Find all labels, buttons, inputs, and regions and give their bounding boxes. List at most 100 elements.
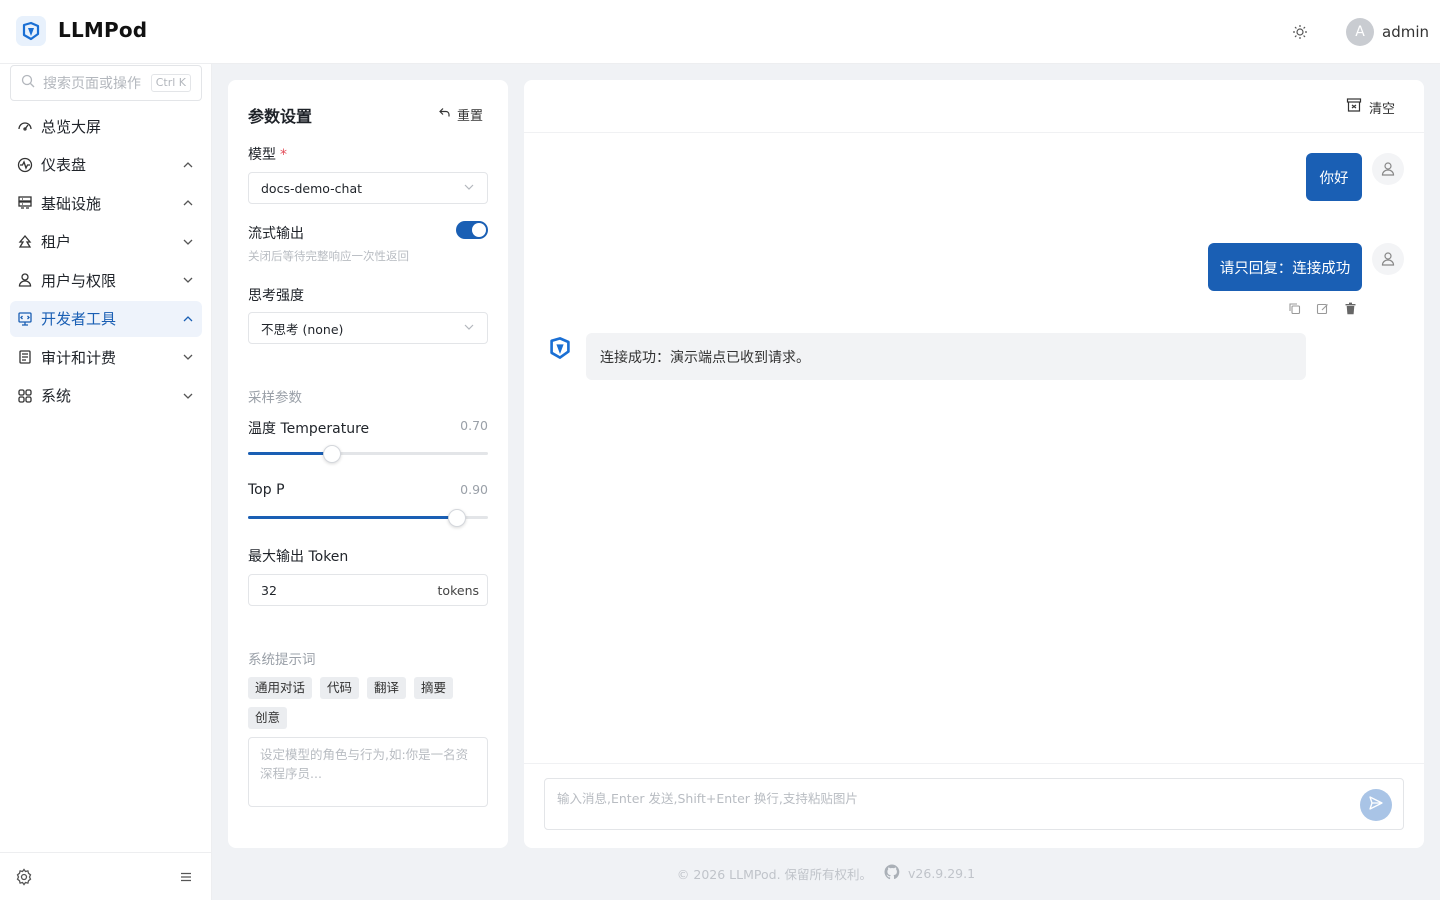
thinking-label: 思考强度 — [248, 288, 304, 304]
theme-toggle-sun-icon[interactable] — [1288, 20, 1312, 44]
system-prompt-section-title: 系统提示词 — [248, 652, 316, 668]
sidebar-nav: 总览大屏 仪表盘 基础设施 租户 用户与权限 开发者工具 审计和计费 系统 — [10, 108, 202, 416]
model-value: docs-demo-chat — [261, 180, 363, 196]
user-menu[interactable]: A admin — [1346, 18, 1429, 46]
sidebar-item-label: 租户 — [41, 233, 72, 251]
top-header: LLMPod A admin — [0, 0, 1440, 64]
user-avatar-icon — [1372, 243, 1404, 275]
sidebar-item-infrastructure[interactable]: 基础设施 — [10, 185, 202, 221]
message-input[interactable]: 输入消息,Enter 发送,Shift+Enter 换行,支持粘贴图片 — [544, 778, 1404, 830]
preset-tag-general[interactable]: 通用对话 — [248, 677, 313, 699]
params-panel: 参数设置 重置 模型 * docs-demo-chat 流式输出 关闭后等待完整响… — [228, 80, 508, 848]
version-text: v26.9.29.1 — [908, 866, 976, 881]
dashboard-icon — [16, 117, 34, 135]
slider-thumb[interactable] — [447, 509, 466, 527]
sidebar-item-overview[interactable]: 总览大屏 — [10, 108, 202, 144]
slider-thumb[interactable] — [323, 445, 341, 463]
ledger-icon — [16, 348, 34, 366]
preset-tag-translate[interactable]: 翻译 — [367, 677, 407, 699]
clear-button[interactable]: 清空 — [1346, 97, 1395, 117]
chevron-down-icon — [180, 234, 196, 250]
sidebar-item-label: 开发者工具 — [41, 310, 117, 328]
sampling-section-title: 采样参数 — [248, 390, 302, 406]
sidebar-footer — [0, 852, 211, 900]
archive-icon — [1346, 97, 1362, 117]
sidebar-item-label: 系统 — [41, 387, 72, 405]
brand-name: LLMPod — [58, 18, 148, 42]
search-shortcut-badge: Ctrl K — [150, 74, 191, 92]
sidebar-item-dashboard[interactable]: 仪表盘 — [10, 147, 202, 183]
preset-tags: 通用对话 代码 翻译 摘要 创意 — [248, 677, 488, 729]
chat-panel: 清空 你好 请只回复：连接成功 连接成功：演示端点已收到请求。 输入消息,Ent… — [524, 80, 1424, 848]
chevron-down-icon — [180, 272, 196, 288]
sidebar-item-label: 仪表盘 — [41, 156, 87, 174]
reset-label: 重置 — [457, 109, 484, 124]
edit-icon[interactable] — [1314, 300, 1330, 316]
assistant-message-bubble: 连接成功：演示端点已收到请求。 — [586, 333, 1306, 380]
top-p-slider[interactable] — [248, 508, 488, 528]
chevron-up-icon — [180, 157, 196, 173]
user-icon — [16, 271, 34, 289]
devtools-icon — [16, 310, 34, 328]
user-message-bubble: 你好 — [1306, 153, 1362, 201]
preset-tag-summary[interactable]: 摘要 — [414, 677, 454, 699]
top-p-label: Top P — [248, 482, 285, 498]
sidebar-item-users-permissions[interactable]: 用户与权限 — [10, 262, 202, 298]
preset-tag-creative[interactable]: 创意 — [248, 707, 288, 729]
max-tokens-input[interactable]: 32 tokens — [248, 574, 488, 606]
username: admin — [1382, 23, 1429, 41]
chat-header: 清空 — [524, 80, 1424, 133]
server-icon — [16, 194, 34, 212]
avatar: A — [1346, 18, 1374, 46]
delete-icon[interactable] — [1342, 300, 1358, 316]
copy-icon[interactable] — [1286, 300, 1302, 316]
chevron-up-icon — [180, 311, 196, 327]
top-p-value: 0.90 — [460, 482, 488, 497]
preset-tag-code[interactable]: 代码 — [320, 677, 360, 699]
assistant-logo-icon — [546, 334, 574, 362]
max-tokens-label: 最大输出 Token — [248, 549, 349, 565]
model-label: 模型 * — [248, 147, 287, 163]
reset-button[interactable]: 重置 — [438, 105, 483, 124]
max-tokens-value: 32 — [261, 582, 277, 598]
message-input-placeholder: 输入消息,Enter 发送,Shift+Enter 换行,支持粘贴图片 — [557, 791, 858, 806]
settings-gear-icon[interactable] — [15, 868, 33, 890]
model-select[interactable]: docs-demo-chat — [248, 172, 488, 204]
system-prompt-textarea[interactable]: 设定模型的角色与行为,如:你是一名资深程序员... — [248, 737, 488, 807]
pulse-icon — [16, 156, 34, 174]
sidebar-item-developer-tools[interactable]: 开发者工具 — [10, 300, 202, 337]
sidebar-item-tenant[interactable]: 租户 — [10, 224, 202, 260]
copyright-text: © 2026 LLMPod. 保留所有权利。 — [676, 867, 873, 882]
toggle-knob — [472, 223, 486, 237]
github-icon — [884, 864, 900, 883]
thinking-value: 不思考 (none) — [261, 321, 344, 337]
sidebar: 搜索页面或操作 Ctrl K 总览大屏 仪表盘 基础设施 租户 用户与权限 开发… — [0, 64, 212, 900]
grid-icon — [16, 387, 34, 405]
stream-label: 流式输出 — [248, 226, 304, 242]
sidebar-item-label: 总览大屏 — [41, 117, 102, 136]
temperature-label: 温度 Temperature — [248, 421, 370, 437]
composer-divider — [524, 763, 1424, 764]
tokens-suffix: tokens — [437, 582, 479, 598]
send-button[interactable] — [1360, 789, 1392, 821]
tenant-icon — [16, 233, 34, 251]
user-avatar-icon — [1372, 153, 1404, 185]
logo-icon — [16, 16, 46, 46]
chevron-up-icon — [180, 195, 196, 211]
thinking-select[interactable]: 不思考 (none) — [248, 312, 488, 344]
user-message-bubble: 请只回复：连接成功 — [1208, 243, 1362, 291]
chevron-down-icon — [463, 181, 475, 196]
sidebar-item-label: 基础设施 — [41, 194, 102, 213]
params-title: 参数设置 — [248, 107, 313, 126]
sidebar-item-label: 审计和计费 — [41, 348, 117, 367]
stream-toggle[interactable] — [456, 221, 488, 239]
temperature-slider[interactable] — [248, 444, 488, 464]
slider-fill — [248, 516, 457, 519]
clear-label: 清空 — [1369, 101, 1396, 117]
sidebar-item-audit-billing[interactable]: 审计和计费 — [10, 339, 202, 375]
undo-icon — [438, 106, 451, 123]
github-link[interactable]: v26.9.29.1 — [884, 864, 975, 883]
sidebar-item-system[interactable]: 系统 — [10, 378, 202, 414]
search-input[interactable]: 搜索页面或操作 Ctrl K — [10, 65, 202, 101]
collapse-menu-icon[interactable] — [179, 870, 193, 888]
